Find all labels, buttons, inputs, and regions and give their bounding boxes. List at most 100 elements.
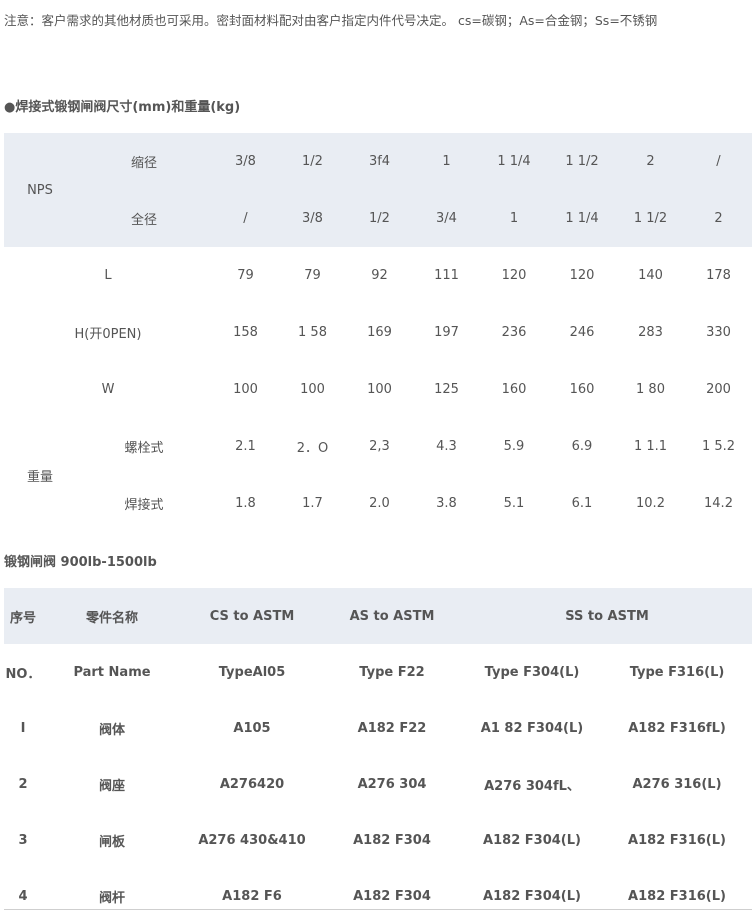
table-row: H(开0PEN) 158 1 58 169 197 236 246 283 33… — [4, 304, 752, 361]
row-label-l: L — [104, 268, 112, 283]
section-title-dimensions: ●焊接式锻钢闸阀尺寸(mm)和重量(kg) — [4, 100, 241, 115]
table-cell: 2 — [18, 776, 28, 792]
column-subheader: Part Name — [73, 664, 151, 680]
table-cell: 1 1/4 — [480, 133, 548, 190]
table-cell: 197 — [434, 325, 459, 340]
table-cell: 160 — [501, 382, 527, 397]
table-cell: 1/2 — [279, 133, 346, 190]
column-subheader: TypeAl05 — [218, 664, 286, 680]
note-text: 注意：客户需求的其他材质也可采用。密封面材料配对由客户指定内件代号决定。 cs=… — [4, 13, 658, 28]
table-cell: A276 304fL、 — [484, 778, 580, 794]
table-cell: 100 — [233, 382, 258, 397]
table-cell: 111 — [434, 268, 459, 283]
table-cell: 3/8 — [212, 133, 279, 190]
table-cell: 2,3 — [369, 439, 390, 454]
column-header: 序号 — [4, 588, 42, 644]
table-cell: 5.9 — [503, 439, 525, 454]
dimensions-table: NPS 缩径 3/8 1/2 3f4 1 1 1/4 1 1/2 2 / 全径 … — [4, 133, 752, 532]
table-row: 2 阀座 A276420 A276 304 A276 304fL、 A276 3… — [4, 756, 752, 812]
table-cell: 1 1/4 — [548, 190, 616, 247]
table-cell: 92 — [371, 268, 388, 283]
table-cell: 闸板 — [98, 834, 125, 850]
column-header: AS to ASTM — [322, 588, 462, 644]
table-cell: 1 5.2 — [701, 439, 736, 454]
table-cell: I — [20, 720, 26, 736]
table-cell: A105 — [233, 720, 271, 736]
table-cell: 阀杆 — [98, 890, 125, 906]
table-cell: 120 — [501, 268, 527, 283]
table-row: W 100 100 100 125 160 160 1 80 200 — [4, 361, 752, 418]
table-cell: 3 — [18, 832, 28, 848]
column-header: CS to ASTM — [182, 588, 322, 644]
table-cell: A276 430&410 — [198, 832, 306, 848]
column-subheader: Type F22 — [359, 664, 425, 680]
reduced-bore-label: 缩径 — [76, 133, 212, 190]
table-cell: A276420 — [219, 776, 285, 792]
table-cell: 1 80 — [636, 382, 665, 397]
table-cell: 3f4 — [346, 133, 413, 190]
table-cell: A182 F316(L) — [628, 888, 726, 904]
table-cell: 283 — [638, 325, 663, 340]
table-cell: 6.9 — [571, 439, 593, 454]
table-cell: A276 316(L) — [632, 776, 722, 792]
table-cell: 2 — [616, 133, 685, 190]
table-cell: A182 F304 — [353, 832, 431, 848]
table-cell: 1.7 — [302, 496, 323, 511]
table-cell: 236 — [501, 325, 527, 340]
table-cell: 160 — [569, 382, 595, 397]
column-header: 零件名称 — [42, 588, 182, 644]
table-cell: A182 F22 — [357, 720, 427, 736]
table-cell: 1 1.1 — [633, 439, 668, 454]
table-cell: / — [685, 133, 752, 190]
table-cell: 1 — [413, 133, 480, 190]
table-cell: 2．O — [296, 441, 329, 456]
column-subheader: NO． — [5, 666, 41, 682]
table-cell: / — [212, 190, 279, 247]
table-cell: 120 — [569, 268, 595, 283]
table-row: 全径 / 3/8 1/2 3/4 1 1 1/4 1 1/2 2 — [4, 190, 752, 247]
table-cell: 10.2 — [636, 496, 665, 511]
table-cell: A182 F304 — [353, 888, 431, 904]
row-label-h: H(开0PEN) — [74, 327, 142, 342]
table-cell: 14.2 — [704, 496, 733, 511]
materials-table: 序号 零件名称 CS to ASTM AS to ASTM SS to ASTM… — [4, 588, 753, 924]
table-cell: 200 — [706, 382, 731, 397]
table-cell: 4 — [18, 888, 28, 904]
weight-label: 重量 — [26, 469, 53, 485]
table-cell: A182 F316(L) — [628, 832, 726, 848]
welded-label: 焊接式 — [124, 498, 164, 513]
bottom-divider — [4, 909, 752, 910]
table-row: L 79 79 92 111 120 120 140 178 — [4, 247, 752, 304]
table-cell: 5.1 — [503, 496, 525, 511]
table-cell: A182 F316fL) — [628, 720, 726, 736]
table-cell: 4.3 — [436, 439, 457, 454]
column-header: SS to ASTM — [462, 588, 753, 644]
full-bore-label: 全径 — [76, 190, 212, 247]
table-cell: 阀座 — [98, 778, 125, 794]
table-cell: 140 — [638, 268, 663, 283]
table-cell: A276 304 — [357, 776, 427, 792]
table-cell: 246 — [569, 325, 595, 340]
table-cell: 100 — [367, 382, 392, 397]
section-title-materials: 锻钢闸阀 900lb-1500lb — [4, 555, 157, 570]
table-cell: 6.1 — [571, 496, 593, 511]
nps-label: NPS — [4, 133, 76, 247]
table-cell: 3/8 — [279, 190, 346, 247]
table-cell: 1 — [480, 190, 548, 247]
table-cell: 3.8 — [436, 496, 457, 511]
table-cell: 2.1 — [235, 439, 256, 454]
table-cell: 1 1/2 — [616, 190, 685, 247]
table-cell: 100 — [300, 382, 325, 397]
table-cell: 158 — [233, 325, 258, 340]
table-header-row: 序号 零件名称 CS to ASTM AS to ASTM SS to ASTM — [4, 588, 753, 644]
table-cell: 79 — [237, 268, 254, 283]
row-label-w: W — [101, 382, 115, 397]
table-cell: 178 — [706, 268, 731, 283]
table-cell: A182 F6 — [222, 888, 282, 904]
column-subheader: Type F304(L) — [484, 664, 580, 680]
table-cell: 79 — [304, 268, 321, 283]
table-row: 焊接式 1.8 1.7 2.0 3.8 5.1 6.1 10.2 14.2 — [4, 475, 752, 532]
table-cell: 1/2 — [346, 190, 413, 247]
table-cell: 1 1/2 — [548, 133, 616, 190]
table-cell: 3/4 — [413, 190, 480, 247]
